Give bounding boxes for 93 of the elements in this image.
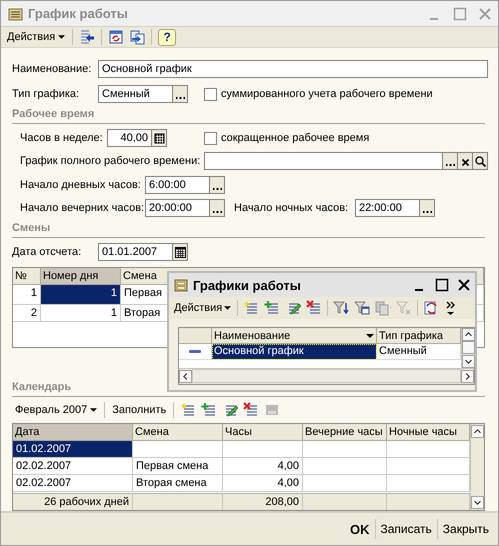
column-header[interactable]: Тип графика <box>377 328 461 344</box>
help-button[interactable]: ? <box>158 28 176 46</box>
window-icon <box>173 277 189 293</box>
field-label: Наименование: <box>12 62 92 74</box>
list-item-icon <box>189 350 201 353</box>
time-field[interactable]: 6:00:00 <box>145 176 210 194</box>
calculator-icon <box>154 132 164 144</box>
field-label: График полного рабочего времени: <box>20 155 202 167</box>
search-button[interactable] <box>473 152 488 170</box>
dialog-button[interactable]: OK <box>345 522 374 536</box>
delete-row-icon[interactable] <box>306 300 322 316</box>
scroll-left-button[interactable] <box>179 370 192 383</box>
section-heading: Рабочее время <box>12 106 485 124</box>
close-button[interactable] <box>457 278 471 292</box>
scroll-up-button[interactable] <box>471 425 484 438</box>
ellipsis-button[interactable] <box>210 199 225 217</box>
table-cell[interactable]: Основной график <box>212 344 377 360</box>
clear-button[interactable] <box>458 152 473 170</box>
table-cell: 2 <box>13 305 41 322</box>
time-field[interactable]: 22:00:00 <box>355 199 420 217</box>
section-heading: Смены <box>12 220 485 238</box>
column-header[interactable]: Ночные часы <box>387 424 470 441</box>
table-cell: 4,00 <box>223 458 303 475</box>
scroll-down-button[interactable] <box>462 354 475 368</box>
add-row-icon[interactable] <box>243 300 260 316</box>
ellipsis-button[interactable] <box>173 85 188 103</box>
table-cell[interactable]: 1 <box>41 305 121 322</box>
column-header[interactable]: Номер дня <box>41 268 121 285</box>
caret-icon <box>58 35 66 39</box>
table-cell: Первая смена <box>133 458 223 475</box>
type-field[interactable]: Сменный <box>98 85 173 103</box>
field-label: Тип графика: <box>12 88 80 100</box>
date-field[interactable]: 01.01.2007 <box>98 243 173 261</box>
table-cell[interactable]: 01.02.2007 <box>13 441 133 458</box>
table-cell: 208,00 <box>223 493 303 510</box>
checkbox-label: сокращенное рабочее время <box>221 132 370 144</box>
table-cell: 4,00 <box>223 475 303 492</box>
checkbox[interactable] <box>204 88 217 100</box>
month-menu[interactable]: Февраль 2007 <box>12 404 100 416</box>
field-label: Начало вечерних часов: <box>20 202 145 214</box>
column-header[interactable]: № <box>13 268 41 285</box>
scroll-down-button[interactable] <box>471 496 484 509</box>
actions-menu[interactable]: Действия <box>4 31 68 43</box>
dialog-button[interactable]: Закрыть <box>438 522 494 536</box>
table-cell: 1 <box>13 285 41 305</box>
field-label: Начало ночных часов: <box>234 202 350 214</box>
dialog-button[interactable]: Записать <box>376 522 437 536</box>
table-cell[interactable]: 02.02.2007 <box>13 475 133 492</box>
hours-field[interactable]: 40,00 <box>107 129 152 147</box>
column-header[interactable]: Вечерние часы <box>303 424 387 441</box>
window-icon <box>7 6 23 22</box>
table-cell[interactable]: 02.02.2007 <box>13 458 133 475</box>
refresh-icon[interactable] <box>108 29 124 45</box>
caret-icon <box>90 408 98 412</box>
checkbox[interactable] <box>204 132 217 144</box>
window-title: График работы <box>28 6 129 21</box>
search-icon <box>474 156 486 166</box>
scroll-right-button[interactable] <box>461 370 474 383</box>
add-child-row-icon[interactable] <box>264 300 280 316</box>
add-child-row-icon[interactable] <box>201 402 218 418</box>
field-label: Начало дневных часов: <box>20 179 142 191</box>
calculator-button[interactable] <box>152 129 167 147</box>
copy-icon[interactable] <box>129 29 146 45</box>
filter-icon[interactable] <box>333 300 350 316</box>
calendar-button[interactable] <box>173 243 188 261</box>
column-header[interactable]: Наименование <box>212 328 377 344</box>
ellipsis-button[interactable] <box>420 199 435 217</box>
table-cell[interactable]: 1 <box>41 285 121 305</box>
scroll-thumb[interactable] <box>462 341 475 354</box>
column-header[interactable]: Дата <box>13 424 133 441</box>
calendar-icon <box>174 246 186 258</box>
list-arrow-icon[interactable] <box>79 29 96 45</box>
checkbox-label: суммированного учета рабочего времени <box>221 88 433 100</box>
field-label: Дата отсчета: <box>12 246 82 258</box>
actions-menu[interactable]: Действия <box>171 302 234 314</box>
column-header[interactable]: Смена <box>133 424 223 441</box>
table-cell: Вторая смена <box>133 475 223 492</box>
schedule-field[interactable] <box>204 152 443 170</box>
fill-button[interactable]: Заполнить <box>109 404 170 416</box>
scroll-up-button[interactable] <box>462 328 475 341</box>
add-row-icon[interactable] <box>180 402 196 418</box>
refresh-icon[interactable] <box>423 300 440 316</box>
maximize-button[interactable] <box>435 278 449 292</box>
field-label: Часов в неделе: <box>20 132 104 144</box>
column-header[interactable]: Часы <box>223 424 303 441</box>
delete-row-icon[interactable] <box>243 402 260 418</box>
name-field[interactable]: Основной график <box>98 60 488 78</box>
ellipsis-button[interactable] <box>210 176 225 194</box>
time-field[interactable]: 20:00:00 <box>145 199 210 217</box>
filter-window-icon[interactable] <box>354 300 370 316</box>
scroll-thumb[interactable] <box>192 369 461 384</box>
ellipsis-button[interactable] <box>443 152 458 170</box>
table-cell: 26 рабочих дней <box>13 493 133 510</box>
